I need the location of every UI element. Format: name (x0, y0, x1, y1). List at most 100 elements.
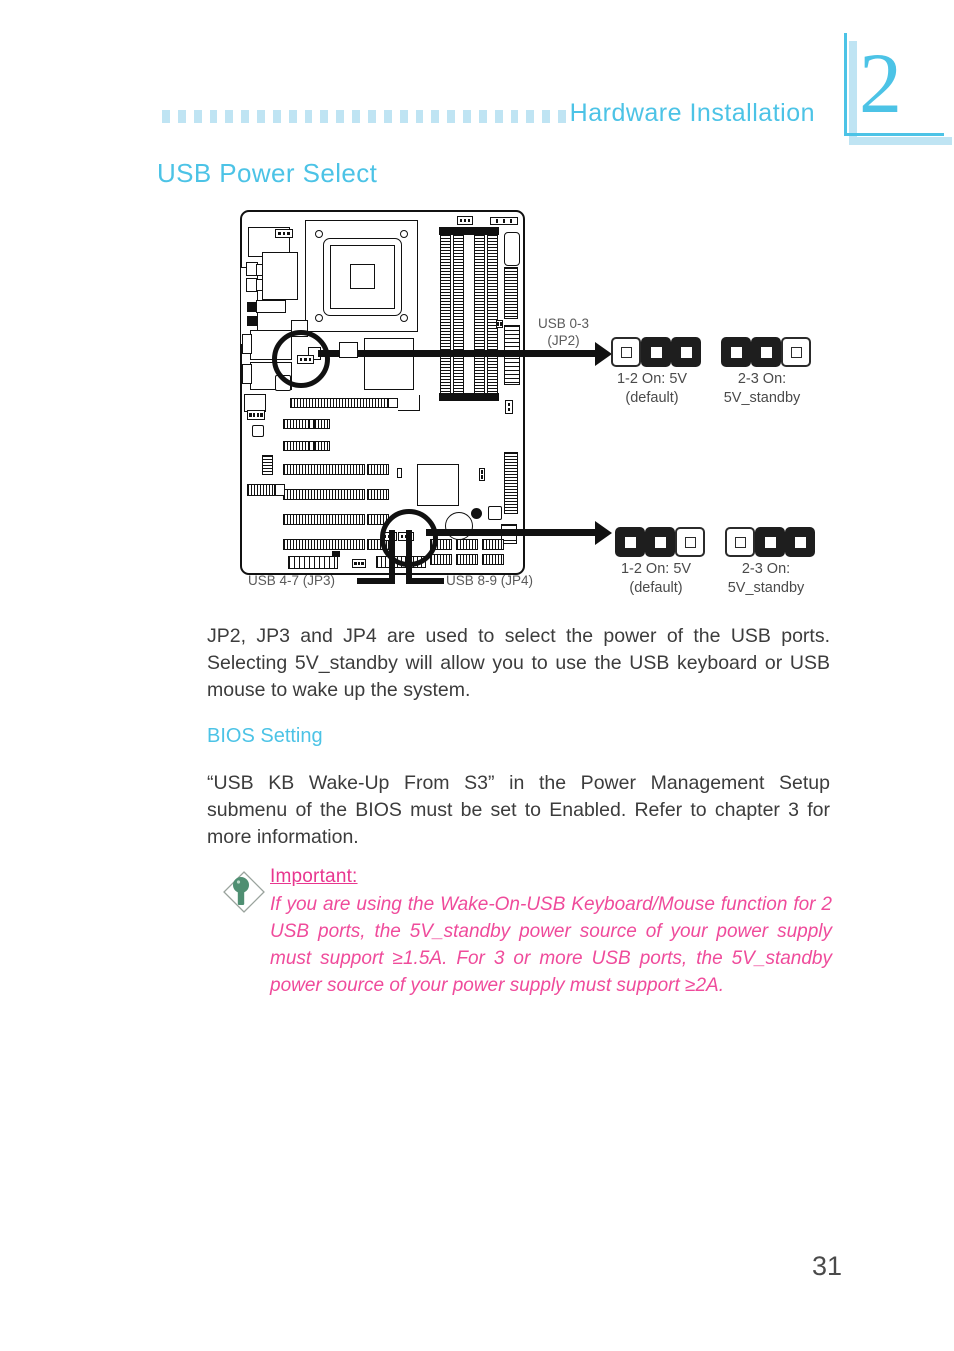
header-pins-top (490, 217, 518, 225)
header-dot (510, 110, 519, 123)
jumper-pin-center (654, 536, 666, 548)
pcie-x1-slot-2a (283, 441, 309, 451)
floppy-connector-end (275, 484, 285, 496)
io-jack-1 (242, 334, 252, 354)
label-line1: 2-3 On: (741, 561, 791, 577)
jumper-jp3-jp4-option-2-3-pins (725, 527, 815, 557)
cpu-mount-hole-tr (400, 230, 408, 238)
pci-slot-1-key (367, 464, 389, 475)
dimm-slot-4 (487, 234, 498, 394)
jp2-caption-line2: (JP2) (547, 333, 580, 348)
io-port-serial (262, 252, 298, 300)
sata-port-4 (430, 554, 452, 565)
leader-leg-jp4-vertical (406, 530, 412, 584)
board-chip-small-4 (488, 506, 502, 520)
header-dot (193, 110, 202, 123)
sata-port-6 (482, 554, 504, 565)
pcie-x1-slot-1a (283, 419, 309, 429)
jp3-caption: USB 4-7 (JP3) (248, 573, 336, 588)
label-line1: 2-3 On: (737, 371, 787, 387)
motherboard-diagram: USB 0-3 (JP2) USB 4-7 (JP3) USB 8-9 (JP4… (150, 200, 850, 610)
jumper-pin-3-open (781, 337, 811, 367)
header-dot (272, 110, 281, 123)
header-dot (447, 110, 456, 123)
io-jack-2 (242, 364, 252, 384)
dimm-slot-3 (474, 234, 485, 394)
sata-port-2 (456, 539, 478, 550)
io-pin-marker-2 (247, 316, 257, 326)
jumper-pin-center (764, 536, 776, 548)
pci-slot-2-key (367, 489, 389, 500)
jumper-pin-2-on (751, 337, 781, 367)
leader-tab-jp2 (339, 342, 358, 358)
bios-paragraph: “USB KB Wake-Up From S3” in the Power Ma… (207, 772, 830, 848)
header-dot (431, 110, 440, 123)
header-dot (257, 110, 265, 123)
jp2-caption: USB 0-3 (JP2) (538, 315, 589, 349)
jumper-pin-1-open (611, 337, 641, 367)
board-marker-dot-2 (332, 551, 340, 557)
dimm-slot-1 (440, 234, 451, 394)
label-line2: 5V_standby (723, 390, 801, 406)
header-dot (162, 110, 170, 123)
header-dot (320, 110, 329, 123)
header-2pin-edge (505, 400, 513, 414)
lightbulb-diamond-icon (222, 870, 266, 914)
header-dot (225, 110, 234, 123)
cpu-mount-hole-br (400, 314, 408, 322)
jumper-pin-1-open (725, 527, 755, 557)
jumper-pin-center (734, 536, 746, 548)
page-title: USB Power Select (157, 158, 378, 188)
chapter-marker: 2 (843, 33, 952, 145)
header-dot (209, 110, 218, 123)
pci-slot-3 (283, 514, 365, 525)
dimm-clip-top (439, 227, 499, 235)
dimm-clip-bottom (439, 393, 499, 401)
jp4-caption: USB 8-9 (JP4) (446, 573, 534, 588)
header-dot (288, 110, 297, 123)
jumper-pin-center (794, 536, 806, 548)
page-number: 31 (811, 1251, 842, 1281)
header-3pin-bottom (352, 559, 366, 568)
header-cd-audio (247, 410, 265, 420)
jumper-pin-2-on (645, 527, 675, 557)
header-dot (336, 110, 345, 123)
header-dot (494, 110, 503, 123)
leader-leg-jp4-horizontal (406, 578, 444, 584)
jumper-pin-center (650, 346, 662, 358)
io-port-lpt (256, 300, 286, 313)
front-panel-connector (288, 556, 338, 569)
header-dot (177, 110, 186, 123)
jumper-pin-center (790, 346, 802, 358)
jumper-jp3-jp4-option-2-3-label: 2-3 On: 5V_standby (696, 560, 836, 598)
pcie-x1-slot-1b (314, 419, 330, 429)
sata-port-3 (482, 539, 504, 550)
label-line2: 5V_standby (727, 580, 805, 596)
important-note-body: Important: If you are using the Wake-On-… (270, 866, 832, 999)
agp-slot (290, 398, 390, 408)
header-2pin-right (479, 468, 485, 481)
front-panel-header-block (504, 452, 518, 514)
board-capacitor (504, 232, 520, 266)
header-dot (241, 110, 250, 123)
header-dot (383, 110, 392, 123)
board-chip-small-3 (252, 425, 264, 437)
jumper-pin-3-open (675, 527, 705, 557)
arrow-to-jp2-jumpers (540, 341, 612, 366)
cpu-mount-hole-bl (315, 314, 323, 322)
header-dot (542, 110, 551, 123)
pci-slot-4 (283, 539, 365, 550)
sata-port-5 (456, 554, 478, 565)
header-dot (415, 110, 424, 123)
arrow-to-jp3-jp4-jumpers (550, 520, 612, 545)
header-dot (478, 110, 487, 123)
bios-setting-heading: BIOS Setting (207, 725, 323, 747)
jumper-pin-center (624, 536, 636, 548)
chapter-bracket-vertical (844, 33, 847, 136)
jumper-pin-center (620, 346, 632, 358)
cpu-socket (305, 220, 418, 332)
header-dot (558, 110, 566, 123)
header-3pin-cpufan (457, 216, 473, 225)
jumper-pin-2-on (755, 527, 785, 557)
cpu-die (350, 264, 375, 289)
